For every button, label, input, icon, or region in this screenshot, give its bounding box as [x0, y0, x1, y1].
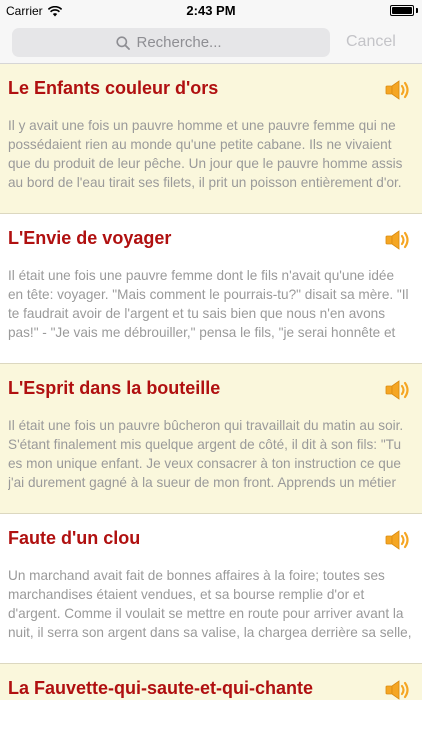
story-title: L'Esprit dans la bouteille — [8, 378, 221, 398]
story-title: Le Enfants couleur d'ors — [8, 78, 219, 98]
story-title: L'Envie de voyager — [8, 228, 172, 248]
battery-tip — [416, 8, 418, 13]
speaker-icon[interactable] — [384, 528, 412, 552]
story-excerpt: Il y avait une fois un pauvre homme et u… — [8, 118, 403, 190]
story-row[interactable]: L'Esprit dans la bouteille Il était une … — [0, 364, 422, 514]
speaker-icon[interactable] — [384, 378, 412, 402]
story-row[interactable]: Faute d'un clou Un marchand avait fait d… — [0, 514, 422, 664]
search-input[interactable] — [136, 34, 227, 51]
story-excerpt: Un marchand avait fait de bonnes affaire… — [8, 568, 412, 640]
story-row[interactable]: Le Enfants couleur d'ors Il y avait une … — [0, 64, 422, 214]
search-bar: Cancel — [0, 22, 422, 64]
story-excerpt: Il était une fois une pauvre femme dont … — [8, 268, 409, 340]
story-title: Faute d'un clou — [8, 528, 141, 548]
search-icon — [115, 35, 130, 50]
status-bar: Carrier 2:43 PM — [0, 0, 422, 22]
speaker-icon[interactable] — [384, 678, 412, 702]
story-row[interactable]: La Fauvette-qui-saute-et-qui-chante — [0, 664, 422, 700]
speaker-icon[interactable] — [384, 78, 412, 102]
search-field[interactable] — [12, 28, 330, 57]
story-list: Le Enfants couleur d'ors Il y avait une … — [0, 64, 422, 700]
speaker-icon[interactable] — [384, 228, 412, 252]
story-row[interactable]: L'Envie de voyager Il était une fois une… — [0, 214, 422, 364]
story-title: La Fauvette-qui-saute-et-qui-chante — [8, 678, 314, 698]
story-excerpt: Il était une fois un pauvre bûcheron qui… — [8, 418, 404, 490]
cancel-button[interactable]: Cancel — [346, 33, 396, 51]
status-time: 2:43 PM — [186, 3, 236, 18]
battery-icon — [390, 5, 414, 16]
